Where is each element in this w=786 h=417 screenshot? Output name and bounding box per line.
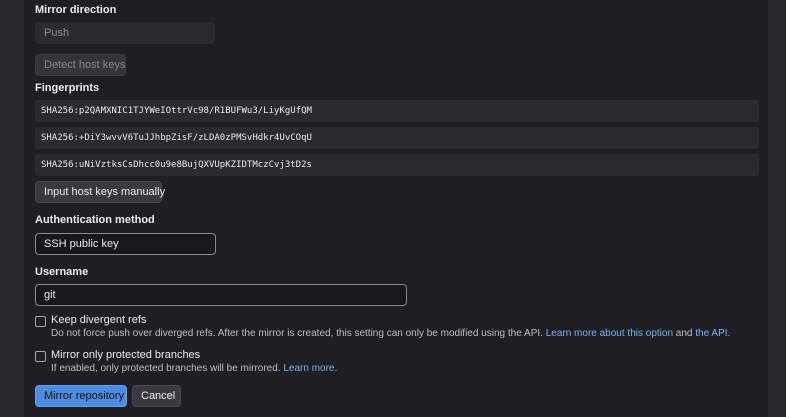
- auth-method-select[interactable]: SSH public key: [35, 233, 216, 255]
- mirror-repository-button[interactable]: Mirror repository: [35, 385, 127, 407]
- protected-only-label[interactable]: Mirror only protected branches: [51, 349, 200, 361]
- auth-method-label: Authentication method: [35, 214, 155, 226]
- fingerprints-label: Fingerprints: [35, 82, 100, 94]
- and-text: and: [675, 328, 693, 339]
- mirror-form: Mirror direction Push Detect host keys F…: [35, 0, 760, 417]
- fingerprint-item: SHA256:+DiY3wvvV6TuJJhbpZisF/zLDA0zPMSvH…: [35, 127, 759, 149]
- mirror-direction-label: Mirror direction: [35, 4, 117, 16]
- fingerprint-item: SHA256:p2QAMXNIC1TJYWeIOttrVc98/R1BUFWu3…: [35, 100, 759, 122]
- cancel-button[interactable]: Cancel: [132, 385, 181, 407]
- keep-divergent-checkbox[interactable]: [35, 316, 46, 327]
- right-panel-edge: [768, 0, 786, 417]
- protected-only-help: If enabled, only protected branches will…: [51, 363, 337, 374]
- protected-only-help-text: If enabled, only protected branches will…: [51, 363, 281, 374]
- input-host-keys-button[interactable]: Input host keys manually: [35, 181, 165, 203]
- mirror-direction-select[interactable]: Push: [35, 22, 215, 44]
- keep-divergent-help-text: Do not force push over diverged refs. Af…: [51, 328, 543, 339]
- username-label: Username: [35, 266, 89, 278]
- fingerprint-item: SHA256:uNiVztksCsDhcc0u9e8BujQXVUpKZIDTM…: [35, 154, 759, 176]
- api-link[interactable]: the API.: [695, 328, 730, 339]
- username-input[interactable]: git: [35, 284, 407, 306]
- detect-host-keys-button[interactable]: Detect host keys: [35, 54, 126, 76]
- keep-divergent-label[interactable]: Keep divergent refs: [51, 314, 146, 326]
- left-panel-edge: [0, 0, 24, 417]
- protected-learn-more-link[interactable]: Learn more.: [283, 363, 337, 374]
- learn-more-option-link[interactable]: Learn more about this option: [546, 328, 673, 339]
- protected-only-checkbox[interactable]: [35, 351, 46, 362]
- keep-divergent-help: Do not force push over diverged refs. Af…: [51, 328, 730, 339]
